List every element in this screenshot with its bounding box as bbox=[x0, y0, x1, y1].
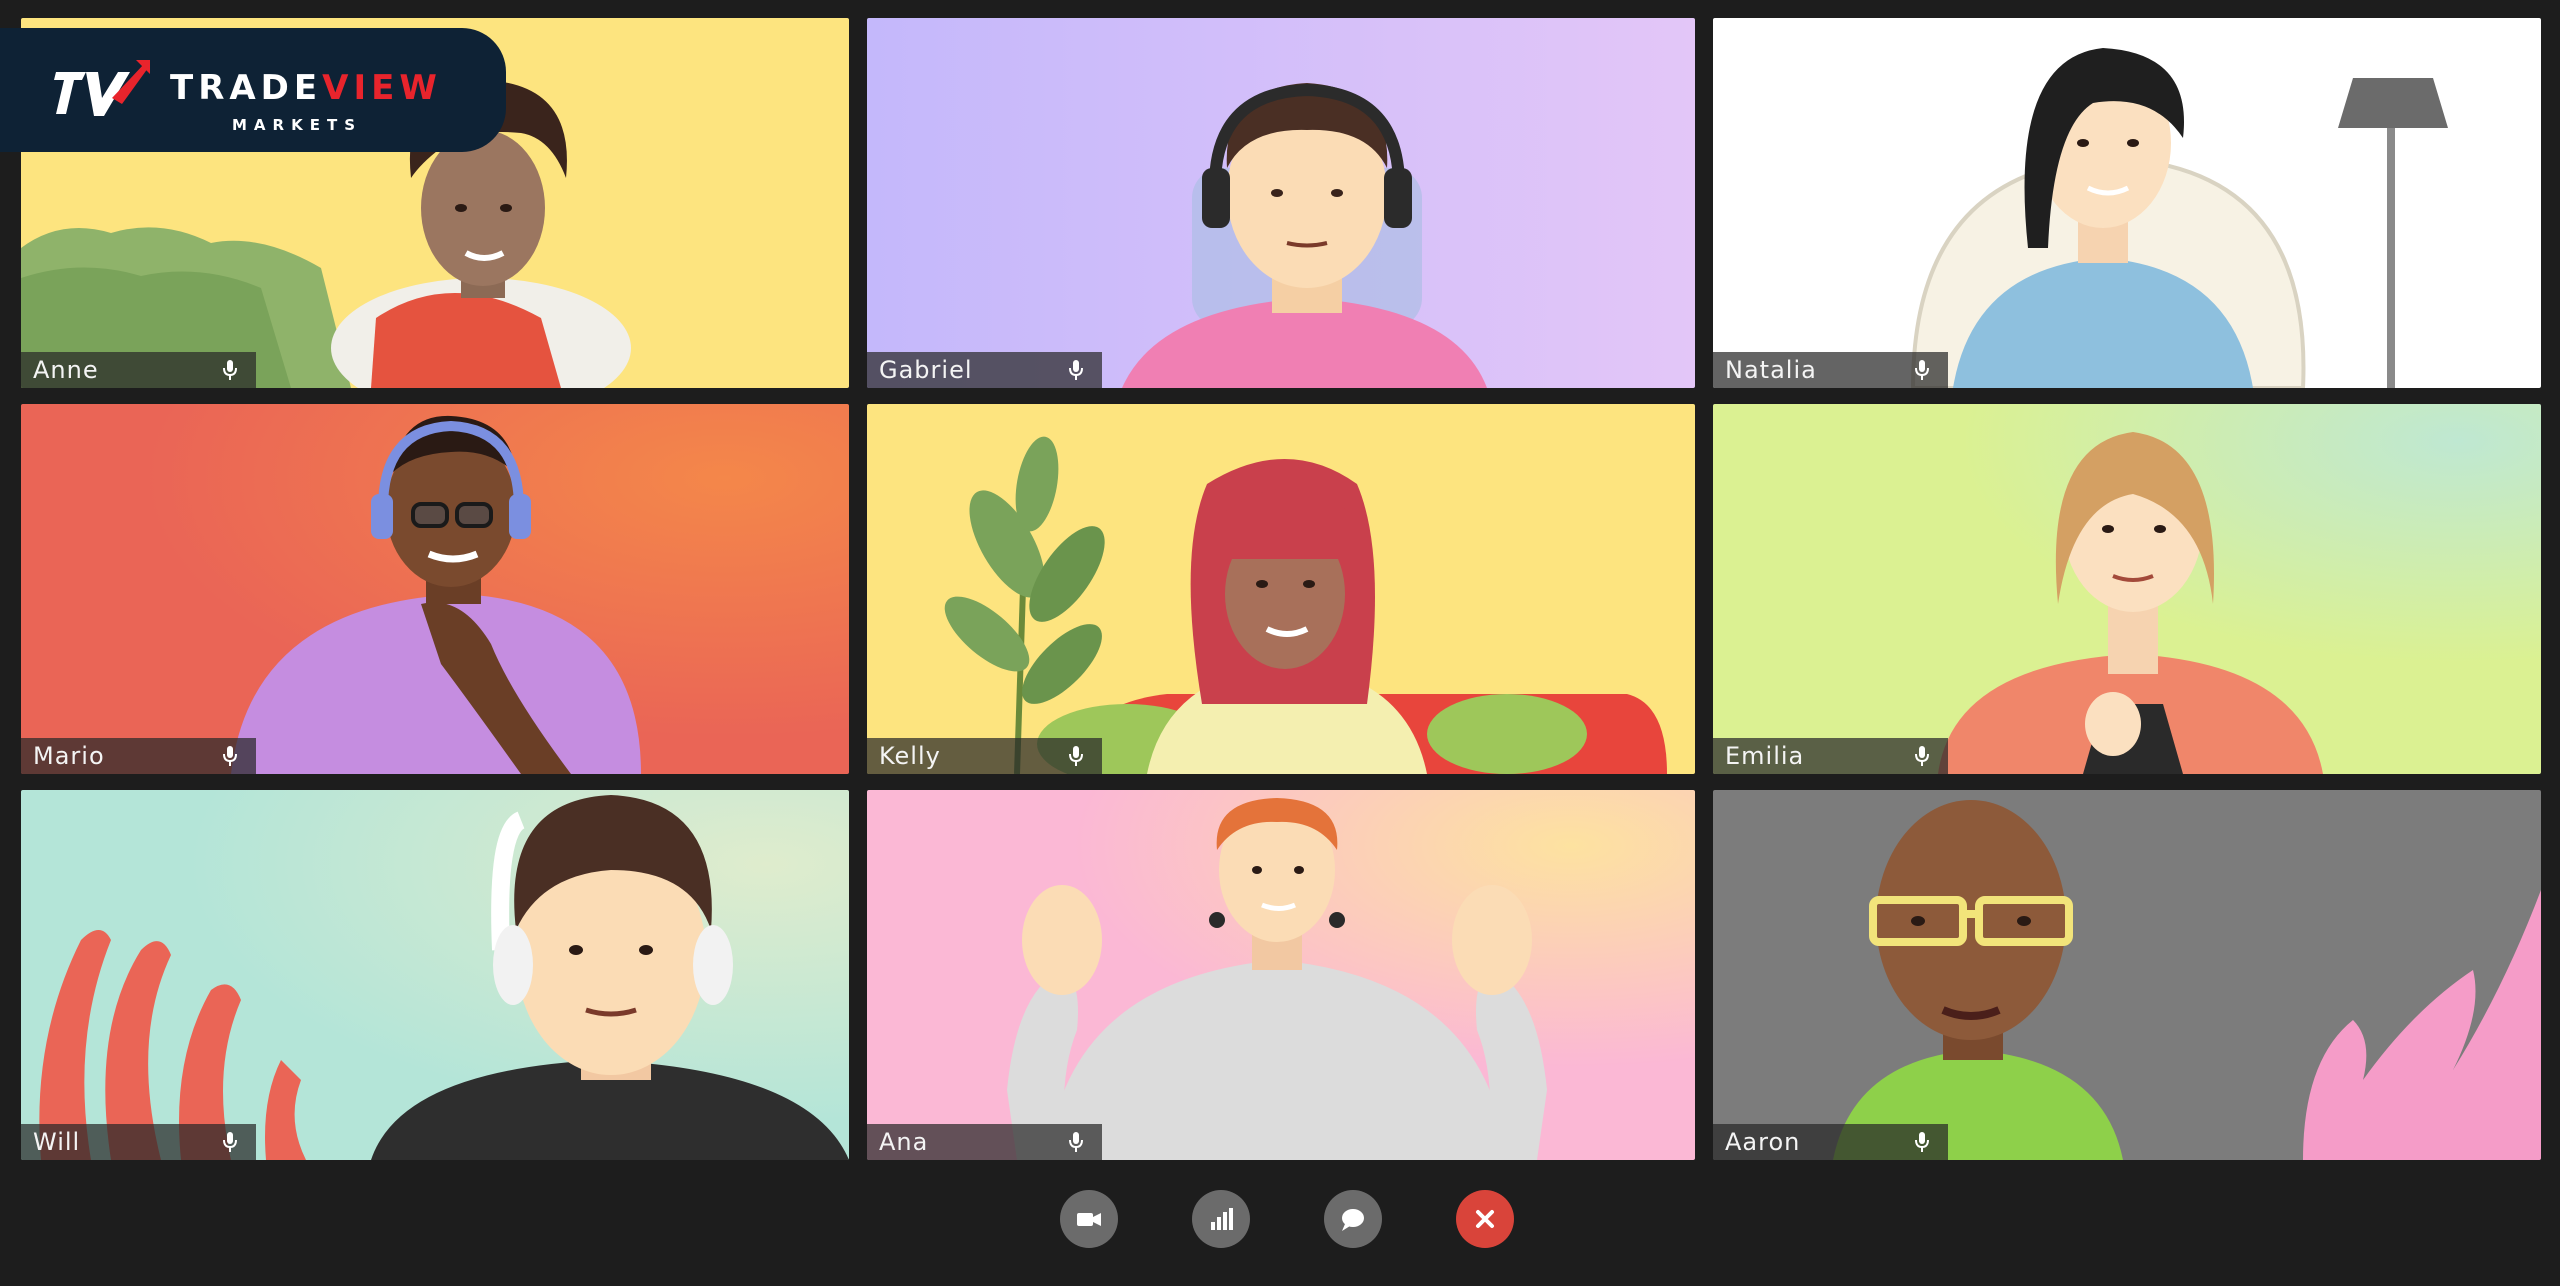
brand-name-white: TRADE bbox=[170, 68, 323, 108]
participant-name: Gabriel bbox=[879, 356, 973, 384]
aaron-video-illustration bbox=[1713, 790, 2541, 1160]
brand-name-red: VIEW bbox=[322, 68, 442, 108]
microphone-icon[interactable] bbox=[1068, 359, 1084, 381]
camera-button[interactable] bbox=[1060, 1190, 1118, 1248]
participant-name: Mario bbox=[33, 742, 105, 770]
nameplate-aaron: Aaron bbox=[1713, 1124, 1948, 1160]
video-tile-ana[interactable]: Ana bbox=[867, 790, 1695, 1160]
microphone-icon[interactable] bbox=[222, 359, 238, 381]
nameplate-kelly: Kelly bbox=[867, 738, 1102, 774]
microphone-icon[interactable] bbox=[222, 1131, 238, 1153]
nameplate-will: Will bbox=[21, 1124, 256, 1160]
video-tile-kelly[interactable]: Kelly bbox=[867, 404, 1695, 774]
microphone-icon[interactable] bbox=[1068, 745, 1084, 767]
nameplate-anne: Anne bbox=[21, 352, 256, 388]
video-tile-will[interactable]: Will bbox=[21, 790, 849, 1160]
brand-name: TRADEVIEW bbox=[170, 68, 442, 108]
microphone-icon[interactable] bbox=[1914, 359, 1930, 381]
video-tile-gabriel[interactable]: Gabriel bbox=[867, 18, 1695, 388]
will-video-illustration bbox=[21, 790, 849, 1160]
gabriel-video-illustration bbox=[867, 18, 1695, 388]
chat-icon bbox=[1342, 1209, 1364, 1231]
camera-icon bbox=[1077, 1213, 1101, 1226]
microphone-icon[interactable] bbox=[1068, 1131, 1084, 1153]
ana-video-illustration bbox=[867, 790, 1695, 1160]
call-controls bbox=[0, 1190, 2560, 1254]
mario-video-illustration bbox=[21, 404, 849, 774]
participant-name: Anne bbox=[33, 356, 99, 384]
signal-icon bbox=[1211, 1208, 1233, 1230]
participant-name: Emilia bbox=[1725, 742, 1805, 770]
participant-name: Will bbox=[33, 1128, 81, 1156]
signal-button[interactable] bbox=[1192, 1190, 1250, 1248]
close-icon bbox=[1476, 1210, 1494, 1228]
tradeview-logo-mark-icon bbox=[54, 60, 150, 116]
microphone-icon[interactable] bbox=[1914, 1131, 1930, 1153]
microphone-icon[interactable] bbox=[222, 745, 238, 767]
emilia-video-illustration bbox=[1713, 404, 2541, 774]
participant-name: Natalia bbox=[1725, 356, 1817, 384]
video-tile-aaron[interactable]: Aaron bbox=[1713, 790, 2541, 1160]
nameplate-natalia: Natalia bbox=[1713, 352, 1948, 388]
chat-button[interactable] bbox=[1324, 1190, 1382, 1248]
microphone-icon[interactable] bbox=[1914, 745, 1930, 767]
participant-name: Aaron bbox=[1725, 1128, 1801, 1156]
natalia-video-illustration bbox=[1713, 18, 2541, 388]
participant-name: Ana bbox=[879, 1128, 929, 1156]
kelly-video-illustration bbox=[867, 404, 1695, 774]
nameplate-mario: Mario bbox=[21, 738, 256, 774]
video-tile-natalia[interactable]: Natalia bbox=[1713, 18, 2541, 388]
participant-name: Kelly bbox=[879, 742, 941, 770]
video-grid: Anne Gabriel Natalia Mario Kelly Emilia … bbox=[21, 18, 2541, 1160]
brand-subtitle: MARKETS bbox=[232, 116, 362, 134]
nameplate-emilia: Emilia bbox=[1713, 738, 1948, 774]
video-tile-emilia[interactable]: Emilia bbox=[1713, 404, 2541, 774]
tradeview-logo: TRADEVIEW MARKETS bbox=[0, 28, 506, 152]
video-tile-mario[interactable]: Mario bbox=[21, 404, 849, 774]
nameplate-gabriel: Gabriel bbox=[867, 352, 1102, 388]
nameplate-ana: Ana bbox=[867, 1124, 1102, 1160]
end-call-button[interactable] bbox=[1456, 1190, 1514, 1248]
